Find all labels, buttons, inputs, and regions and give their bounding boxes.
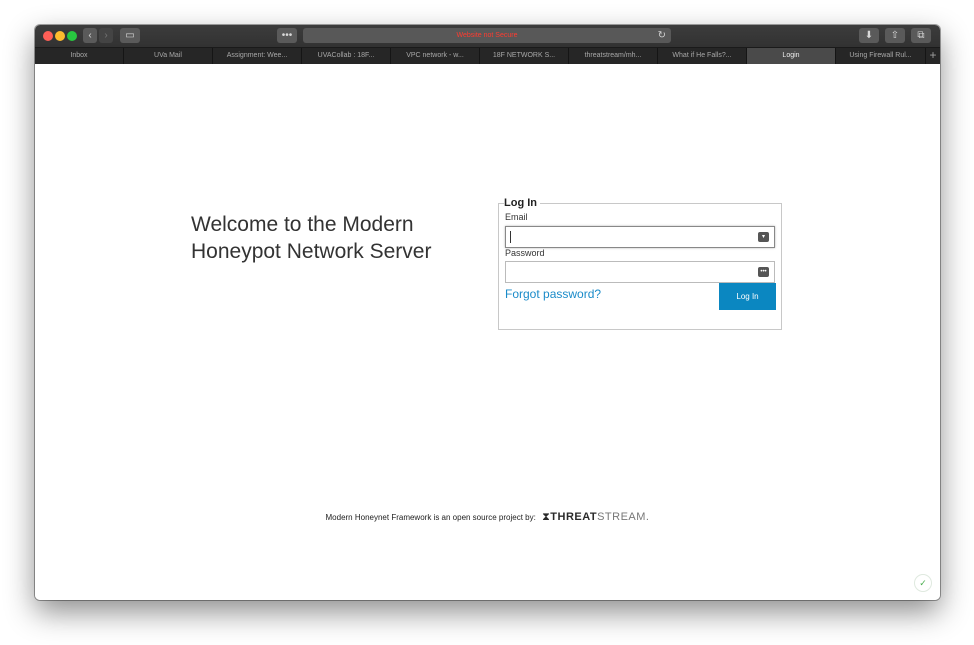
tab-18f-network[interactable]: 18F NETWORK S...: [480, 48, 569, 64]
password-key-icon[interactable]: •••: [758, 267, 769, 277]
chevron-left-icon: ‹: [88, 30, 92, 41]
tab-vpc-network[interactable]: VPC network - w...: [391, 48, 480, 64]
zoom-window-button[interactable]: [67, 31, 77, 41]
forgot-password-link[interactable]: Forgot password?: [505, 287, 601, 301]
tab-assignment[interactable]: Assignment: Wee...: [213, 48, 302, 64]
text-caret: [510, 231, 511, 243]
title-bar: ‹ › ▭ ••• Website not Secure ↻ ⬇ ⇧ ⧉: [35, 25, 940, 47]
email-field[interactable]: ▾: [505, 226, 775, 248]
more-button[interactable]: •••: [277, 28, 297, 43]
footer: Modern Honeynet Framework is an open sou…: [35, 511, 940, 524]
tab-overview-button[interactable]: ⧉: [911, 28, 931, 43]
password-field[interactable]: •••: [505, 261, 775, 283]
forward-button[interactable]: ›: [99, 28, 113, 43]
sidebar-button[interactable]: ▭: [120, 28, 140, 43]
welcome-heading: Welcome to the Modern Honeypot Network S…: [191, 213, 432, 263]
back-button[interactable]: ‹: [83, 28, 97, 43]
tab-login[interactable]: Login: [747, 48, 836, 64]
tab-inbox[interactable]: Inbox: [35, 48, 124, 64]
new-tab-button[interactable]: +: [926, 48, 940, 64]
footer-text: Modern Honeynet Framework is an open sou…: [325, 513, 536, 522]
sidebar-icon: ▭: [125, 30, 135, 41]
downloads-button[interactable]: ⬇: [859, 28, 879, 43]
autofill-contact-icon[interactable]: ▾: [758, 232, 769, 242]
password-label: Password: [505, 248, 545, 258]
brand-bold: THREAT: [550, 511, 598, 523]
tab-uvacollab[interactable]: UVACollab : 18F...: [302, 48, 391, 64]
reload-icon[interactable]: ↻: [658, 28, 666, 43]
threatstream-logo[interactable]: ⧗THREATSTREAM.: [542, 511, 649, 523]
share-button[interactable]: ⇧: [885, 28, 905, 43]
download-icon: ⬇: [864, 30, 874, 41]
login-button[interactable]: Log In: [719, 283, 776, 310]
minimize-window-button[interactable]: [55, 31, 65, 41]
chevron-right-icon: ›: [104, 30, 108, 41]
tab-threatstream[interactable]: threatstream/mh...: [569, 48, 658, 64]
close-window-button[interactable]: [43, 31, 53, 41]
brand-light: STREAM.: [597, 511, 650, 523]
address-text: Website not Secure: [456, 32, 518, 39]
tab-uva-mail[interactable]: UVa Mail: [124, 48, 213, 64]
browser-window: ‹ › ▭ ••• Website not Secure ↻ ⬇ ⇧ ⧉ Inb…: [35, 25, 940, 600]
tabs-icon: ⧉: [917, 30, 925, 41]
email-label: Email: [505, 212, 528, 222]
address-bar[interactable]: Website not Secure ↻: [303, 28, 671, 43]
share-icon: ⇧: [890, 30, 900, 41]
tab-what-if[interactable]: What if He Falls?...: [658, 48, 747, 64]
more-icon: •••: [281, 30, 293, 41]
page-content: Welcome to the Modern Honeypot Network S…: [35, 64, 940, 600]
tab-firewall-rules[interactable]: Using Firewall Rul...: [836, 48, 926, 64]
shield-check-icon[interactable]: ✓: [914, 574, 932, 592]
login-legend: Log In: [504, 197, 540, 209]
login-form: Log In Email ▾ Password ••• Forgot passw…: [498, 197, 782, 330]
tab-bar: Inbox UVa Mail Assignment: Wee... UVACol…: [35, 47, 940, 64]
